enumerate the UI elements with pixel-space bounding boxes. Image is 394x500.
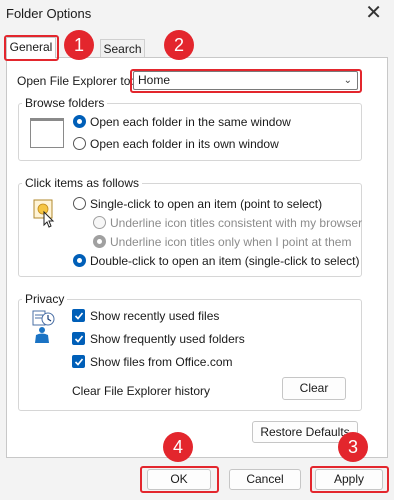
radio-own-window[interactable]: [73, 137, 86, 150]
annotation-badge-3: 3: [338, 432, 368, 462]
clear-history-label: Clear File Explorer history: [72, 384, 211, 398]
click-items-title: Click items as follows: [22, 176, 143, 190]
window-title: Folder Options: [6, 6, 92, 21]
close-icon[interactable]: ✕: [365, 2, 382, 24]
checkbox-recent-files-label[interactable]: Show recently used files: [90, 309, 219, 323]
browse-folders-group: [18, 103, 362, 161]
checkbox-office-files-label[interactable]: Show files from Office.com: [90, 355, 233, 369]
highlight-apply-button: [310, 466, 389, 493]
highlight-ok-button: [140, 466, 219, 493]
radio-double-click[interactable]: [73, 254, 86, 267]
radio-underline-point-label: Underline icon titles only when I point …: [110, 235, 352, 249]
radio-single-click-label[interactable]: Single-click to open an item (point to s…: [90, 197, 322, 211]
cancel-button[interactable]: Cancel: [229, 469, 301, 490]
open-explorer-label: Open File Explorer to:: [17, 74, 134, 88]
annotation-badge-1: 1: [64, 30, 94, 60]
privacy-icon: [32, 310, 55, 343]
browse-folders-title: Browse folders: [22, 96, 108, 110]
radio-underline-browser: [93, 216, 106, 229]
title-bar: Folder Options ✕: [0, 0, 394, 28]
pointer-click-icon: [33, 199, 55, 228]
annotation-badge-2: 2: [164, 30, 194, 60]
same-window-icon: [30, 118, 64, 148]
checkbox-office-files[interactable]: [72, 355, 85, 368]
tab-general[interactable]: General: [6, 37, 56, 58]
radio-same-window-label[interactable]: Open each folder in the same window: [90, 115, 291, 129]
radio-underline-point: [93, 235, 106, 248]
clear-button[interactable]: Clear: [282, 377, 346, 400]
radio-underline-browser-label: Underline icon titles consistent with my…: [110, 216, 363, 230]
highlight-open-explorer-dropdown: [130, 69, 362, 93]
privacy-title: Privacy: [22, 292, 68, 306]
radio-single-click[interactable]: [73, 197, 86, 210]
radio-own-window-label[interactable]: Open each folder in its own window: [90, 137, 279, 151]
checkbox-frequent-folders[interactable]: [72, 332, 85, 345]
checkbox-frequent-folders-label[interactable]: Show frequently used folders: [90, 332, 245, 346]
radio-same-window[interactable]: [73, 115, 86, 128]
radio-double-click-label[interactable]: Double-click to open an item (single-cli…: [90, 254, 359, 268]
annotation-badge-4: 4: [163, 432, 193, 462]
checkbox-recent-files[interactable]: [72, 309, 85, 322]
